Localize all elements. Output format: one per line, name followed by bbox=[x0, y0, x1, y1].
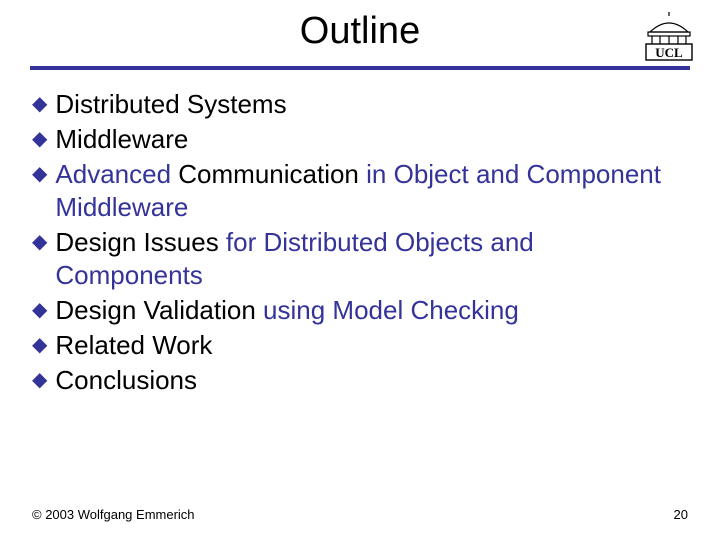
copyright: © 2003 Wolfgang Emmerich bbox=[32, 507, 195, 522]
slide: Outline UCL ◆ Distributed Systems ◆ Mid bbox=[0, 0, 720, 540]
list-item: ◆ Design Validation using Model Checking bbox=[32, 294, 672, 327]
list-item: ◆ Advanced Communication in Object and C… bbox=[32, 158, 672, 224]
bullet-text: Related Work bbox=[55, 329, 212, 362]
slide-title: Outline bbox=[0, 10, 720, 53]
logo-text: UCL bbox=[655, 45, 683, 60]
diamond-bullet-icon: ◆ bbox=[32, 88, 47, 121]
bullet-text: Design Issues for Distributed Objects an… bbox=[55, 226, 672, 292]
diamond-bullet-icon: ◆ bbox=[32, 329, 47, 362]
diamond-bullet-icon: ◆ bbox=[32, 123, 47, 156]
list-item: ◆ Distributed Systems bbox=[32, 88, 672, 121]
list-item: ◆ Middleware bbox=[32, 123, 672, 156]
bullet-list: ◆ Distributed Systems ◆ Middleware ◆ Adv… bbox=[32, 88, 672, 399]
list-item: ◆ Related Work bbox=[32, 329, 672, 362]
list-item: ◆ Conclusions bbox=[32, 364, 672, 397]
list-item: ◆ Design Issues for Distributed Objects … bbox=[32, 226, 672, 292]
diamond-bullet-icon: ◆ bbox=[32, 294, 47, 327]
bullet-text: Middleware bbox=[55, 123, 188, 156]
diamond-bullet-icon: ◆ bbox=[32, 158, 47, 191]
bullet-text: Conclusions bbox=[55, 364, 197, 397]
bullet-text: Distributed Systems bbox=[55, 88, 286, 121]
page-number: 20 bbox=[674, 507, 688, 522]
bullet-text: Advanced Communication in Object and Com… bbox=[55, 158, 672, 224]
title-underline bbox=[30, 66, 690, 70]
diamond-bullet-icon: ◆ bbox=[32, 226, 47, 259]
ucl-logo: UCL bbox=[640, 12, 698, 62]
diamond-bullet-icon: ◆ bbox=[32, 364, 47, 397]
bullet-text: Design Validation using Model Checking bbox=[55, 294, 518, 327]
